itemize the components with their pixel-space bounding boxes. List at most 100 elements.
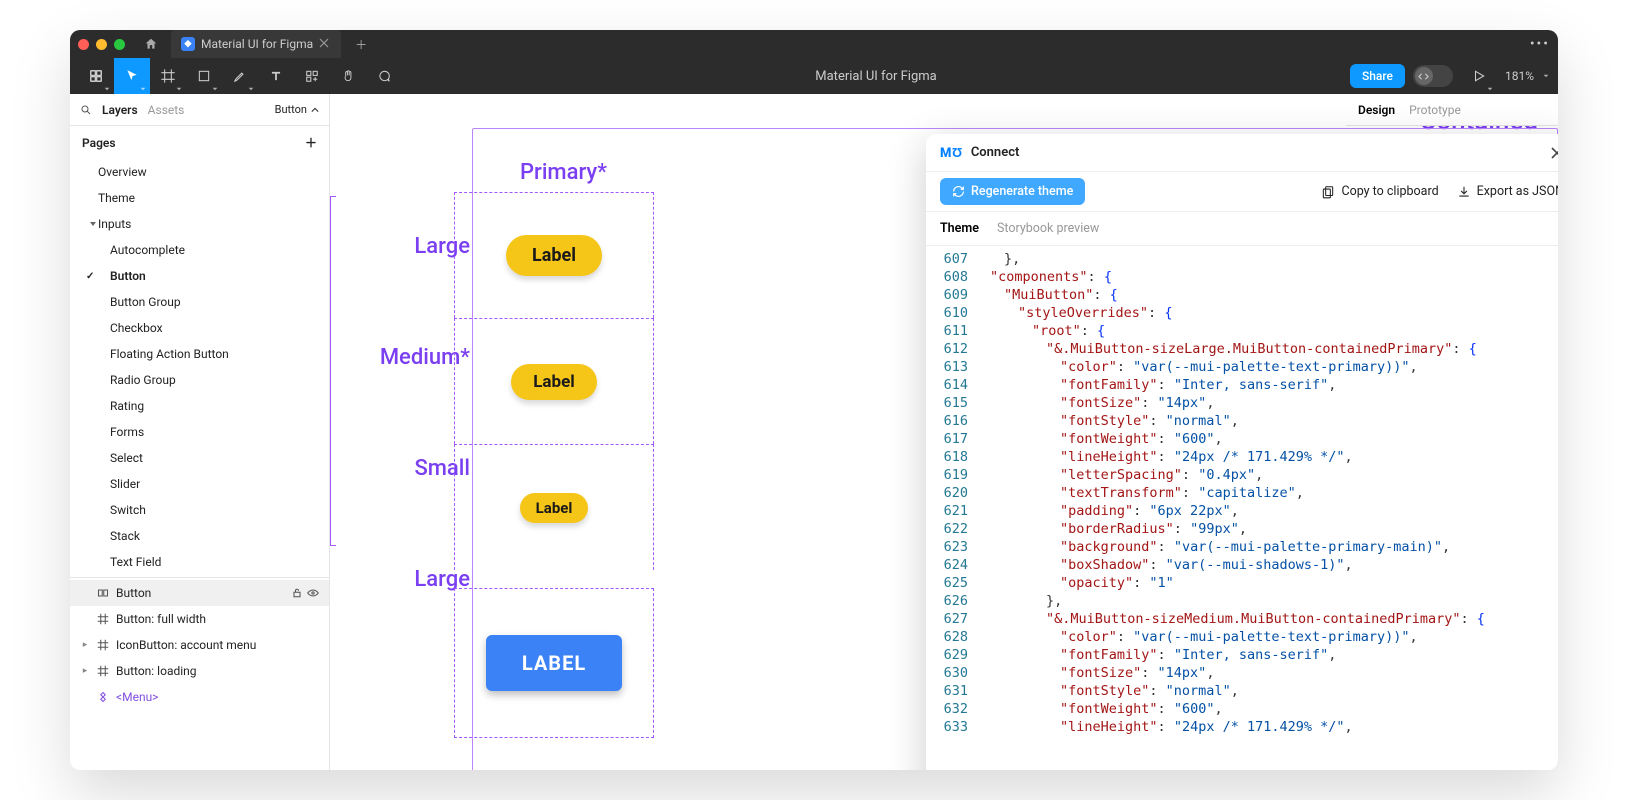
line-number: 626 (930, 592, 968, 610)
page-item[interactable]: Switch (70, 497, 329, 523)
refresh-icon (952, 185, 965, 198)
connect-title: Connect (971, 145, 1020, 160)
page-item[interactable]: Rating (70, 393, 329, 419)
connect-tabs: Theme Storybook preview (926, 212, 1558, 246)
dev-mode-toggle[interactable] (1413, 65, 1453, 87)
export-icon (1457, 185, 1471, 199)
search-icon[interactable] (80, 104, 92, 116)
line-number: 631 (930, 682, 968, 700)
code-body: },"components": {"MuiButton": {"styleOve… (976, 246, 1558, 770)
layers-tab[interactable]: Layers (102, 103, 138, 117)
eye-icon[interactable] (307, 587, 319, 599)
page-item[interactable]: Floating Action Button (70, 341, 329, 367)
left-panel-header: Layers Assets Button (70, 94, 329, 126)
main-menu-button[interactable] (78, 58, 114, 94)
close-tab-icon[interactable] (319, 38, 331, 50)
design-tab[interactable]: Design (1358, 103, 1395, 117)
line-number: 632 (930, 700, 968, 718)
code-line: "fontSize": "14px", (976, 394, 1558, 412)
connect-header[interactable]: MƱ Connect (926, 134, 1558, 172)
page-item[interactable]: Checkbox (70, 315, 329, 341)
variant-cell: Label (454, 318, 654, 444)
page-item[interactable]: Forms (70, 419, 329, 445)
code-line: "opacity": "1" (976, 574, 1558, 592)
layer-item[interactable]: Button: full width (70, 606, 329, 632)
layer-label: <Menu> (116, 690, 319, 704)
minimize-window-button[interactable] (96, 39, 107, 50)
page-item-label: Forms (110, 425, 144, 439)
page-dropdown[interactable]: Button (275, 103, 319, 116)
theme-tab[interactable]: Theme (940, 221, 979, 236)
regenerate-theme-button[interactable]: Regenerate theme (940, 178, 1085, 205)
code-line: "styleOverrides": { (976, 304, 1558, 322)
page-item[interactable]: Radio Group (70, 367, 329, 393)
code-line: "&.MuiButton-sizeMedium.MuiButton-contai… (976, 610, 1558, 628)
comment-tool-button[interactable] (366, 58, 402, 94)
page-item-label: Overview (98, 165, 147, 179)
page-item[interactable]: Autocomplete (70, 237, 329, 263)
layer-label: Button: loading (116, 664, 319, 678)
export-json-button[interactable]: Export as JSON (1457, 184, 1558, 199)
home-button[interactable] (139, 32, 163, 56)
pen-tool-button[interactable] (222, 58, 258, 94)
layer-caret-icon[interactable]: ▸ (80, 640, 90, 650)
page-item[interactable]: Stack (70, 523, 329, 549)
figma-file-icon: ◆ (181, 37, 195, 51)
page-item[interactable]: Slider (70, 471, 329, 497)
connect-toolbar: Regenerate theme Copy to clipboard Expor… (926, 172, 1558, 212)
line-number: 609 (930, 286, 968, 304)
button-variant[interactable]: Label (511, 364, 597, 400)
layer-item[interactable]: <Menu> (70, 684, 329, 710)
code-line: "background": "var(--mui-palette-primary… (976, 538, 1558, 556)
code-line: "fontWeight": "600", (976, 700, 1558, 718)
zoom-level[interactable]: 181% (1505, 69, 1534, 83)
line-number: 617 (930, 430, 968, 448)
layer-item[interactable]: ▸ Button: loading (70, 658, 329, 684)
pages-section-header: Pages ＋ (70, 126, 329, 159)
present-button[interactable] (1461, 58, 1497, 94)
page-item-label: Slider (110, 477, 140, 491)
button-variant[interactable]: Label (506, 235, 602, 276)
code-line: }, (976, 250, 1558, 268)
document-tab[interactable]: ◆ Material UI for Figma (171, 30, 341, 58)
frame-tool-button[interactable] (150, 58, 186, 94)
page-item[interactable]: Text Field (70, 549, 329, 575)
code-line: "color": "var(--mui-palette-text-primary… (976, 358, 1558, 376)
button-variant[interactable]: LABEL (486, 635, 622, 691)
page-item[interactable]: Overview (70, 159, 329, 185)
maximize-window-button[interactable] (114, 39, 125, 50)
close-window-button[interactable] (78, 39, 89, 50)
move-tool-button[interactable] (114, 58, 150, 94)
canvas[interactable]: Contained Primary* LargeMedium*SmallLarg… (330, 94, 1558, 770)
page-item[interactable]: Select (70, 445, 329, 471)
left-panel: Layers Assets Button Pages ＋ Overview The… (70, 94, 330, 770)
copy-to-clipboard-button[interactable]: Copy to clipboard (1321, 184, 1438, 199)
layer-label: IconButton: account menu (116, 638, 319, 652)
window-menu-button[interactable]: ••• (1530, 36, 1550, 52)
page-item-label: Stack (110, 529, 140, 543)
resources-button[interactable] (294, 58, 330, 94)
assets-tab[interactable]: Assets (148, 103, 185, 117)
share-button[interactable]: Share (1350, 64, 1405, 88)
unlock-icon[interactable] (291, 587, 303, 599)
add-page-button[interactable]: ＋ (305, 134, 317, 151)
button-variant[interactable]: Label (520, 493, 589, 523)
layer-caret-icon[interactable]: ▸ (80, 666, 90, 676)
page-item[interactable]: Theme (70, 185, 329, 211)
code-line: "fontFamily": "Inter, sans-serif", (976, 376, 1558, 394)
close-panel-button[interactable] (1550, 146, 1558, 160)
page-item[interactable]: Inputs (70, 211, 329, 237)
text-tool-button[interactable] (258, 58, 294, 94)
shape-tool-button[interactable] (186, 58, 222, 94)
layer-item[interactable]: ▸ IconButton: account menu (70, 632, 329, 658)
page-item[interactable]: ✓Button (70, 263, 329, 289)
clipboard-icon (1321, 185, 1335, 199)
layer-item[interactable]: Button (70, 580, 329, 606)
prototype-tab[interactable]: Prototype (1409, 103, 1461, 117)
new-tab-button[interactable]: ＋ (355, 36, 367, 53)
code-editor[interactable]: 6076086096106116126136146156166176186196… (926, 246, 1558, 770)
line-number: 619 (930, 466, 968, 484)
page-item[interactable]: Button Group (70, 289, 329, 315)
hand-tool-button[interactable] (330, 58, 366, 94)
storybook-tab[interactable]: Storybook preview (997, 221, 1099, 236)
